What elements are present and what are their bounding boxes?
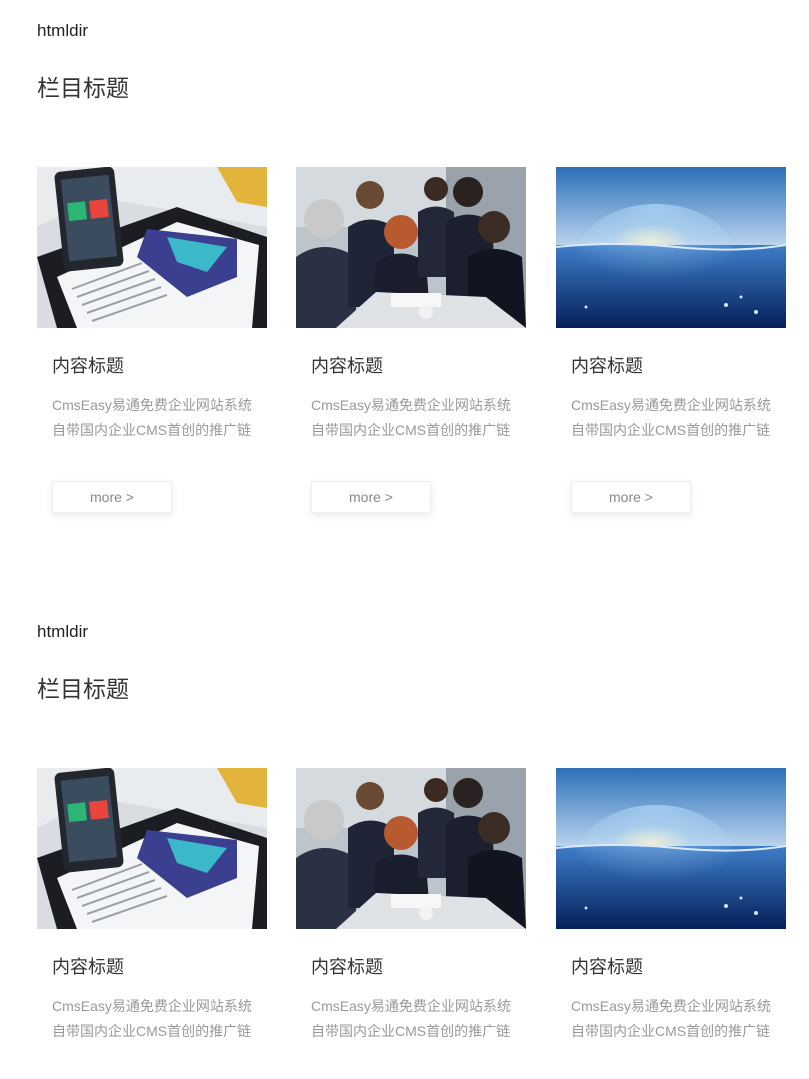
card-description: CmsEasy易通免费企业网站系统 自带国内企业CMS首创的推广链 [52,393,257,443]
card-image-ocean-sunset[interactable] [556,768,786,929]
card-description-line: 自带国内企业CMS首创的推广链 [52,1023,252,1039]
card-image-tablet[interactable] [37,768,267,929]
card-title[interactable]: 内容标题 [311,955,383,979]
card-description-line: CmsEasy易通免费企业网站系统 [52,397,252,413]
section-label[interactable]: htmldir [37,21,88,41]
card-description-line: CmsEasy易通免费企业网站系统 [52,998,252,1014]
card-title[interactable]: 内容标题 [571,354,643,378]
card-description-line: 自带国内企业CMS首创的推广链 [311,1023,511,1039]
card-description: CmsEasy易通免费企业网站系统 自带国内企业CMS首创的推广链 [311,393,516,443]
card-title[interactable]: 内容标题 [311,354,383,378]
section-title[interactable]: 栏目标题 [37,675,129,703]
card-image-tablet[interactable] [37,167,267,328]
card-image-business-meeting[interactable] [296,768,526,929]
card-description: CmsEasy易通免费企业网站系统 自带国内企业CMS首创的推广链 [571,994,776,1044]
card-title[interactable]: 内容标题 [52,955,124,979]
more-button[interactable]: more > [311,481,431,513]
card-description-line: CmsEasy易通免费企业网站系统 [571,998,771,1014]
card-image-business-meeting[interactable] [296,167,526,328]
section-label[interactable]: htmldir [37,622,88,642]
card-title[interactable]: 内容标题 [52,354,124,378]
more-button[interactable]: more > [52,481,172,513]
card-title[interactable]: 内容标题 [571,955,643,979]
card-description: CmsEasy易通免费企业网站系统 自带国内企业CMS首创的推广链 [571,393,776,443]
card-description: CmsEasy易通免费企业网站系统 自带国内企业CMS首创的推广链 [52,994,257,1044]
card-description-line: 自带国内企业CMS首创的推广链 [52,422,252,438]
card-description-line: 自带国内企业CMS首创的推广链 [571,422,771,438]
card-description-line: 自带国内企业CMS首创的推广链 [571,1023,771,1039]
section-title[interactable]: 栏目标题 [37,74,129,102]
card-image-ocean-sunset[interactable] [556,167,786,328]
card-description-line: 自带国内企业CMS首创的推广链 [311,422,511,438]
more-button[interactable]: more > [571,481,691,513]
card-description-line: CmsEasy易通免费企业网站系统 [311,998,511,1014]
card-description: CmsEasy易通免费企业网站系统 自带国内企业CMS首创的推广链 [311,994,516,1044]
card-description-line: CmsEasy易通免费企业网站系统 [571,397,771,413]
card-description-line: CmsEasy易通免费企业网站系统 [311,397,511,413]
